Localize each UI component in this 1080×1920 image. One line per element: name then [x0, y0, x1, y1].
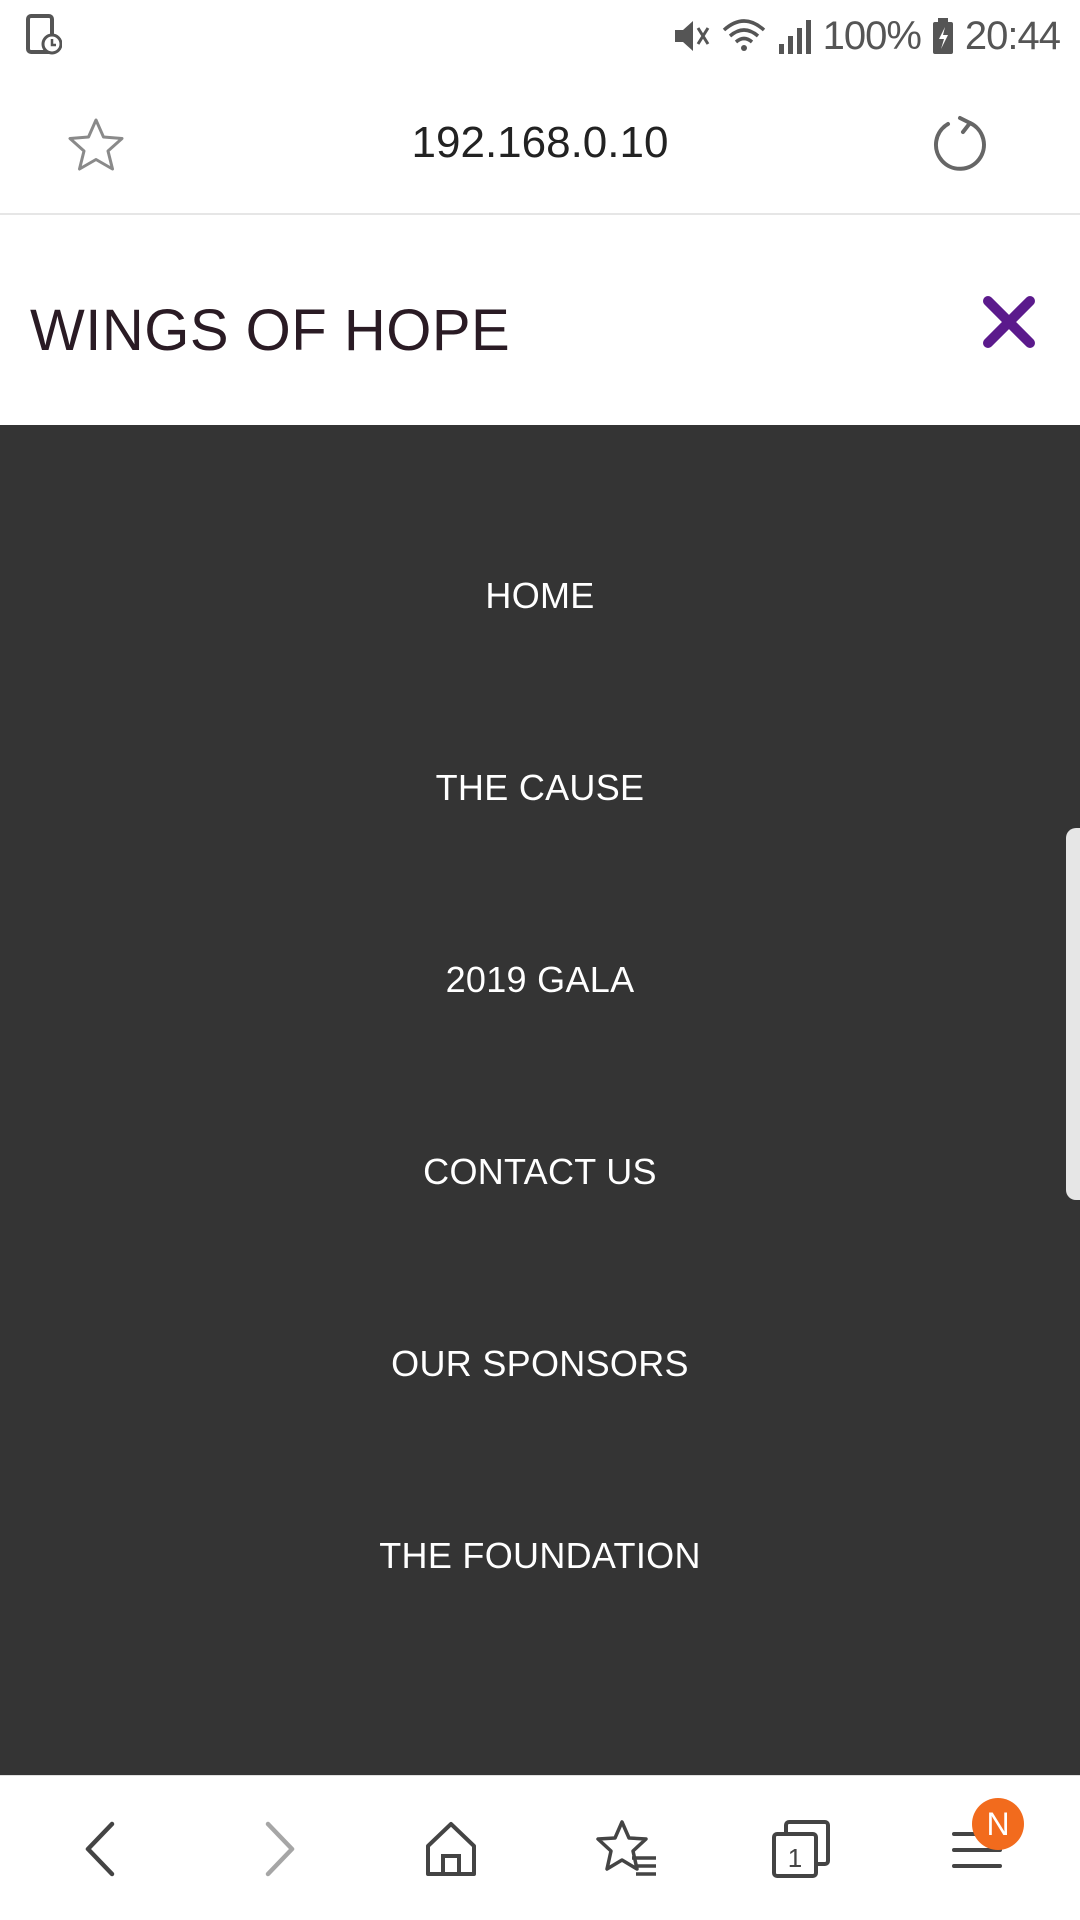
site-header: WINGS OF HOPE: [0, 215, 1080, 425]
notification-badge: N: [972, 1798, 1024, 1850]
navigation-menu: HOME THE CAUSE 2019 GALA CONTACT US OUR …: [0, 425, 1080, 1775]
menu-item-home[interactable]: HOME: [0, 556, 1080, 636]
tab-count: 1: [787, 1842, 803, 1873]
reload-icon[interactable]: [930, 114, 990, 174]
bookmarks-icon[interactable]: [592, 1814, 662, 1884]
signal-icon: [778, 20, 811, 54]
site-title[interactable]: WINGS OF HOPE: [30, 297, 510, 364]
back-icon[interactable]: [68, 1814, 138, 1884]
forward-icon[interactable]: [242, 1814, 312, 1884]
menu-item-the-foundation[interactable]: THE FOUNDATION: [0, 1516, 1080, 1596]
scrollbar[interactable]: [1066, 828, 1080, 1200]
close-icon[interactable]: [980, 293, 1038, 351]
battery-charging-icon: [932, 18, 953, 54]
battery-percent: 100%: [822, 13, 922, 58]
mute-icon: [674, 21, 709, 51]
status-indicators: 100% 20:44: [671, 8, 1061, 64]
menu-item-2019-gala[interactable]: 2019 GALA: [0, 940, 1080, 1020]
home-icon[interactable]: [416, 1814, 486, 1884]
browser-address-bar: 192.168.0.10: [0, 72, 1080, 215]
browser-toolbar: 1 N: [0, 1775, 1080, 1920]
menu-item-the-cause[interactable]: THE CAUSE: [0, 748, 1080, 828]
menu-item-contact-us[interactable]: CONTACT US: [0, 1132, 1080, 1212]
url-field[interactable]: 192.168.0.10: [0, 118, 1080, 168]
tabs-button[interactable]: 1: [766, 1814, 836, 1884]
menu-item-our-sponsors[interactable]: OUR SPONSORS: [0, 1324, 1080, 1404]
screen-record-icon: [26, 14, 62, 55]
status-bar: 100% 20:44: [0, 0, 1080, 72]
clock: 20:44: [964, 13, 1061, 58]
wifi-icon: [722, 19, 765, 51]
